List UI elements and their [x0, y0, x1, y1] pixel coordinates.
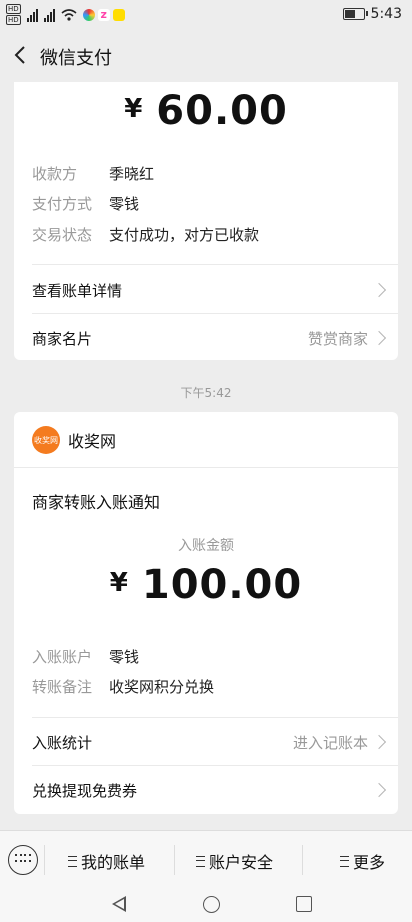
notification-icons: z [82, 9, 125, 21]
menu-lines-icon [340, 855, 349, 867]
menu-more[interactable]: 更多 [340, 849, 385, 873]
hd-label-1: HD [6, 4, 21, 14]
amount-value: 60.00 [156, 88, 288, 134]
coupon-row[interactable]: 兑换提现免费券 [32, 770, 387, 810]
merchant-card-action: 赞赏商家 [307, 329, 368, 348]
field-key: 收款方 [32, 165, 78, 183]
merchant-logo: 收奖网 [32, 426, 60, 454]
merchant-header[interactable]: 收奖网 收奖网 [32, 426, 116, 454]
system-nav-bar [0, 888, 412, 922]
amount-label: 入账金额 [178, 538, 234, 554]
hd-label-2: HD [6, 15, 21, 25]
view-details-row[interactable]: 查看账单详情 [32, 270, 387, 310]
bottom-menu-bar: 我的账单 账户安全 更多 [0, 830, 412, 889]
menu-lines-icon [196, 855, 205, 867]
stats-label: 入账统计 [32, 733, 93, 752]
app-icon-1 [82, 9, 95, 21]
field-key: 入账账户 [32, 648, 93, 666]
menu-account-security[interactable]: 账户安全 [196, 849, 273, 873]
merchant-name: 收奖网 [68, 432, 117, 451]
menu-lines-icon [68, 855, 77, 867]
notice-title: 商家转账入账通知 [32, 493, 161, 512]
menu-label: 账户安全 [209, 853, 274, 872]
menu-separator [174, 845, 175, 875]
merchant-card-row[interactable]: 商家名片 赞赏商家 [32, 318, 387, 358]
nav-back-icon[interactable] [112, 896, 126, 912]
stats-action: 进入记账本 [292, 733, 368, 752]
battery-icon [342, 8, 368, 20]
divider [14, 467, 398, 468]
back-arrow-icon[interactable] [10, 44, 32, 66]
status-time: 5:43 [370, 6, 402, 22]
menu-label: 我的账单 [81, 853, 146, 872]
menu-label: 更多 [353, 853, 386, 872]
notice-card: 收奖网 收奖网 商家转账入账通知 入账金额 ¥100.00 入账账户 零钱 转账… [14, 412, 398, 814]
chevron-right-icon [371, 734, 387, 750]
coupon-label: 兑换提现免费券 [32, 781, 138, 800]
chevron-right-icon [371, 782, 387, 798]
payment-amount: ¥60.00 [14, 88, 398, 134]
field-payment-method: 支付方式 零钱 [32, 193, 139, 214]
nav-recent-icon[interactable] [296, 896, 312, 912]
menu-separator [302, 845, 303, 875]
field-payee: 收款方 季晓红 [32, 163, 154, 184]
view-details-label: 查看账单详情 [32, 281, 123, 300]
menu-my-bills[interactable]: 我的账单 [68, 849, 145, 873]
field-value: 零钱 [109, 648, 140, 666]
field-value: 季晓红 [109, 165, 155, 183]
status-bar: HD HD z 5:43 [0, 0, 412, 30]
app-icon-2: z [97, 9, 110, 21]
page-title: 微信支付 [40, 48, 112, 69]
divider [32, 313, 398, 314]
field-key: 交易状态 [32, 226, 93, 244]
field-key: 支付方式 [32, 195, 93, 213]
amount-value: 100.00 [141, 562, 303, 608]
status-left: HD HD z [6, 4, 125, 26]
divider [32, 264, 398, 265]
signal-icon-2 [43, 8, 55, 22]
chevron-right-icon [371, 282, 387, 298]
field-value: 零钱 [109, 195, 140, 213]
keyboard-icon[interactable] [8, 845, 38, 875]
field-remark: 转账备注 收奖网积分兑换 [32, 676, 214, 697]
nav-home-icon[interactable] [203, 896, 220, 913]
status-right: 5:43 [342, 6, 402, 22]
app-icon-3 [112, 9, 125, 21]
credit-amount: ¥100.00 [14, 562, 398, 608]
field-status: 交易状态 支付成功，对方已收款 [32, 224, 259, 245]
divider [32, 765, 398, 766]
currency-symbol: ¥ [109, 568, 128, 598]
merchant-card-label: 商家名片 [32, 329, 93, 348]
menu-separator [44, 845, 45, 875]
hd-indicator: HD HD [6, 4, 21, 26]
field-key: 转账备注 [32, 678, 93, 696]
message-time: 下午5:42 [180, 386, 232, 400]
field-account: 入账账户 零钱 [32, 646, 139, 667]
divider [32, 717, 398, 718]
stats-row[interactable]: 入账统计 进入记账本 [32, 722, 387, 762]
payment-card: ¥60.00 收款方 季晓红 支付方式 零钱 交易状态 支付成功，对方已收款 查… [14, 82, 398, 360]
chevron-right-icon [371, 330, 387, 346]
field-value: 收奖网积分兑换 [109, 678, 215, 696]
title-bar: 微信支付 [0, 30, 412, 82]
currency-symbol: ¥ [124, 94, 143, 124]
signal-icon [26, 8, 38, 22]
wifi-icon [61, 9, 77, 21]
field-value: 支付成功，对方已收款 [109, 226, 260, 244]
